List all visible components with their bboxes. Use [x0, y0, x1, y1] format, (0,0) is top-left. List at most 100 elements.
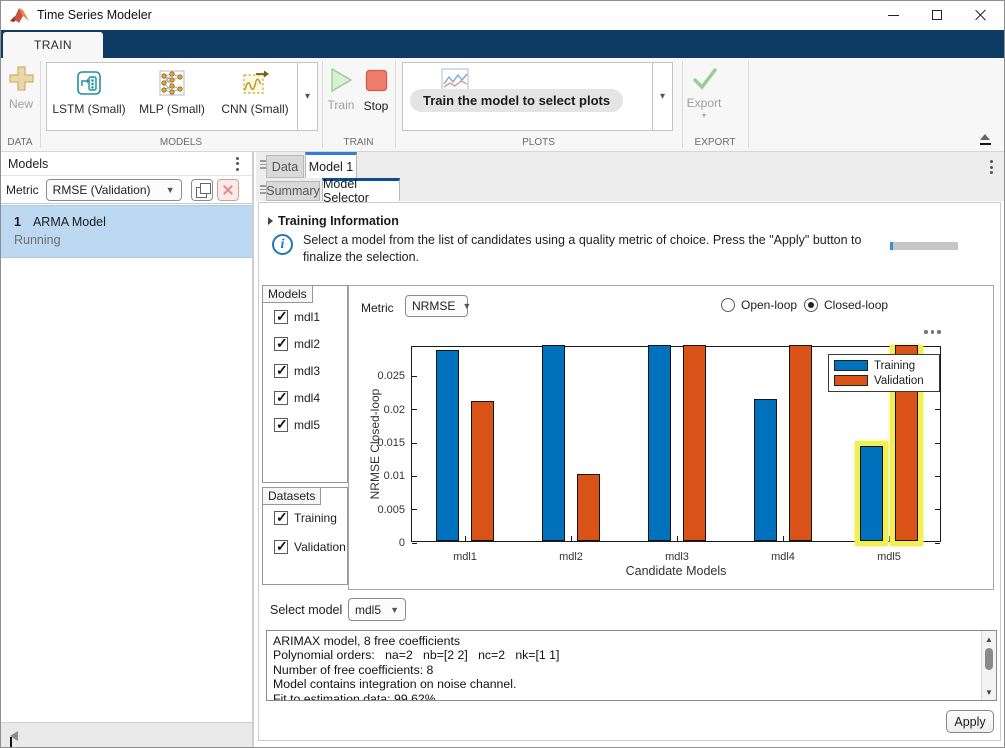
metric-label: Metric: [6, 183, 39, 197]
tab-data[interactable]: Data: [266, 155, 304, 178]
checkbox-row-mdl1[interactable]: mdl1: [274, 310, 320, 324]
cnn-network-icon: [240, 68, 270, 98]
checkbox-row-mdl3[interactable]: mdl3: [274, 364, 320, 378]
mdl2-checkbox[interactable]: [274, 337, 288, 351]
y-tick-mark: [935, 443, 940, 444]
report-line: Number of free coefficients: 8: [273, 663, 433, 677]
delete-model-button[interactable]: [217, 179, 239, 201]
mdl5-checkbox[interactable]: [274, 418, 288, 432]
models-section-label: MODELS: [40, 137, 322, 148]
bar-training-mdl5[interactable]: [860, 446, 883, 541]
models-panel-title: Models: [8, 157, 48, 171]
model-list-item[interactable]: 1ARMA Model Running: [0, 205, 252, 258]
legend-label: Training: [874, 360, 915, 372]
models-gallery: LSTM (Small) MLP (Small): [46, 62, 298, 131]
toolbar-separator: [395, 61, 396, 148]
checkbox-row-mdl5[interactable]: mdl5: [274, 418, 320, 432]
scroll-up-icon[interactable]: ▲: [982, 632, 996, 646]
export-button[interactable]: Export ▾: [686, 67, 722, 120]
view-tab-bar: Summary Model Selector: [256, 178, 1005, 201]
chart-options-button[interactable]: [924, 330, 941, 334]
chart-panel: Metric NRMSE ▼ Open-loop Closed-loop NRM…: [348, 285, 994, 590]
scrollbar-thumb[interactable]: [985, 648, 993, 670]
gallery-item-lstm-small[interactable]: LSTM (Small): [47, 63, 131, 130]
bar-training-mdl3[interactable]: [648, 345, 671, 541]
y-tick-label: 0.01: [384, 470, 405, 482]
closed-loop-radio-row[interactable]: Closed-loop: [804, 298, 888, 312]
closed-loop-radio[interactable]: [804, 298, 818, 312]
checkbox-row-mdl2[interactable]: mdl2: [274, 337, 320, 351]
open-loop-radio[interactable]: [721, 298, 735, 312]
tab-train[interactable]: TRAIN: [3, 32, 103, 58]
disclosure-triangle-icon: [268, 217, 273, 225]
chart-metric-label: Metric: [361, 301, 394, 315]
models-panel-menu-button[interactable]: [233, 154, 242, 174]
model-selector-pane: Training Information i Select a model fr…: [256, 201, 1005, 747]
new-button[interactable]: New: [6, 65, 36, 111]
x-tick-label: mdl1: [425, 551, 505, 563]
model-report-textarea[interactable]: ARIMAX model, 8 free coefficientsPolynom…: [266, 630, 997, 701]
training-information-header[interactable]: Training Information: [268, 214, 399, 228]
legend-swatch: [834, 360, 868, 371]
model-item-status: Running: [14, 233, 252, 247]
maximize-button[interactable]: [915, 0, 959, 30]
stop-button[interactable]: Stop: [361, 69, 391, 113]
y-tick-label: 0.005: [377, 504, 405, 516]
triangle-up-icon: [980, 134, 990, 140]
y-tick-mark: [412, 409, 417, 410]
bar-training-mdl1[interactable]: [436, 350, 459, 541]
tab-model-selector[interactable]: Model Selector: [322, 178, 400, 201]
mdl1-checkbox[interactable]: [274, 310, 288, 324]
select-model-value: mdl5: [355, 603, 381, 617]
close-button[interactable]: [959, 0, 1003, 30]
x-tick-label: mdl4: [743, 551, 823, 563]
models-panel-metric-row: Metric RMSE (Validation) ▼: [0, 176, 252, 204]
checkbox-row-validation[interactable]: Validation: [274, 540, 346, 554]
plots-gallery-dropdown-button[interactable]: ▾: [652, 62, 673, 131]
metric-dropdown[interactable]: RMSE (Validation) ▼: [46, 179, 182, 201]
gallery-item-cnn-small[interactable]: CNN (Small): [213, 63, 297, 130]
bar-training-mdl2[interactable]: [542, 345, 565, 541]
y-tick-mark: [412, 376, 417, 377]
models-group-title: Models: [262, 285, 313, 303]
minimize-button[interactable]: [871, 0, 915, 30]
training-checkbox[interactable]: [274, 511, 288, 525]
checkbox-label: mdl1: [294, 310, 320, 324]
model-report-text: ARIMAX model, 8 free coefficientsPolynom…: [273, 634, 978, 701]
bar-validation-mdl1[interactable]: [471, 401, 494, 541]
models-panel-footer: [0, 722, 252, 748]
collapse-panel-button[interactable]: [10, 731, 18, 741]
models-gallery-dropdown-button[interactable]: ▾: [297, 62, 318, 131]
apply-button[interactable]: Apply: [946, 710, 994, 733]
select-model-dropdown[interactable]: mdl5 ▼: [348, 598, 406, 621]
radio-label: Closed-loop: [824, 298, 888, 312]
toolbar-separator: [322, 61, 323, 148]
validation-checkbox[interactable]: [274, 540, 288, 554]
new-button-label: New: [9, 97, 33, 111]
document-tab-menu-button[interactable]: [987, 157, 996, 177]
bar-validation-mdl2[interactable]: [577, 474, 600, 541]
report-line: Polynomial orders: na=2 nb=[2 2] nc=2 nk…: [273, 648, 559, 662]
mdl4-checkbox[interactable]: [274, 391, 288, 405]
tab-summary[interactable]: Summary: [266, 181, 320, 201]
collapse-ribbon-button[interactable]: [977, 134, 993, 147]
gallery-item-mlp-small[interactable]: MLP (Small): [131, 63, 213, 130]
mdl3-checkbox[interactable]: [274, 364, 288, 378]
chart-metric-dropdown[interactable]: NRMSE ▼: [405, 295, 468, 317]
maximize-icon: [932, 10, 942, 20]
bar-validation-mdl4[interactable]: [789, 345, 812, 541]
bar-training-mdl4[interactable]: [754, 399, 777, 541]
report-scrollbar[interactable]: ▲ ▼: [981, 631, 996, 700]
tab-model-1[interactable]: Model 1: [305, 152, 357, 178]
open-loop-radio-row[interactable]: Open-loop: [721, 298, 797, 312]
checkbox-row-mdl4[interactable]: mdl4: [274, 391, 320, 405]
collapse-ribbon-icon: [980, 143, 991, 145]
checkbox-row-training[interactable]: Training: [274, 511, 337, 525]
y-tick-mark: [412, 443, 417, 444]
duplicate-model-button[interactable]: [191, 179, 213, 201]
train-button[interactable]: Train: [326, 67, 356, 112]
legend-swatch: [834, 375, 868, 386]
bar-validation-mdl3[interactable]: [683, 345, 706, 541]
report-line: ARIMAX model, 8 free coefficients: [273, 634, 460, 648]
scroll-down-icon[interactable]: ▼: [982, 685, 996, 699]
